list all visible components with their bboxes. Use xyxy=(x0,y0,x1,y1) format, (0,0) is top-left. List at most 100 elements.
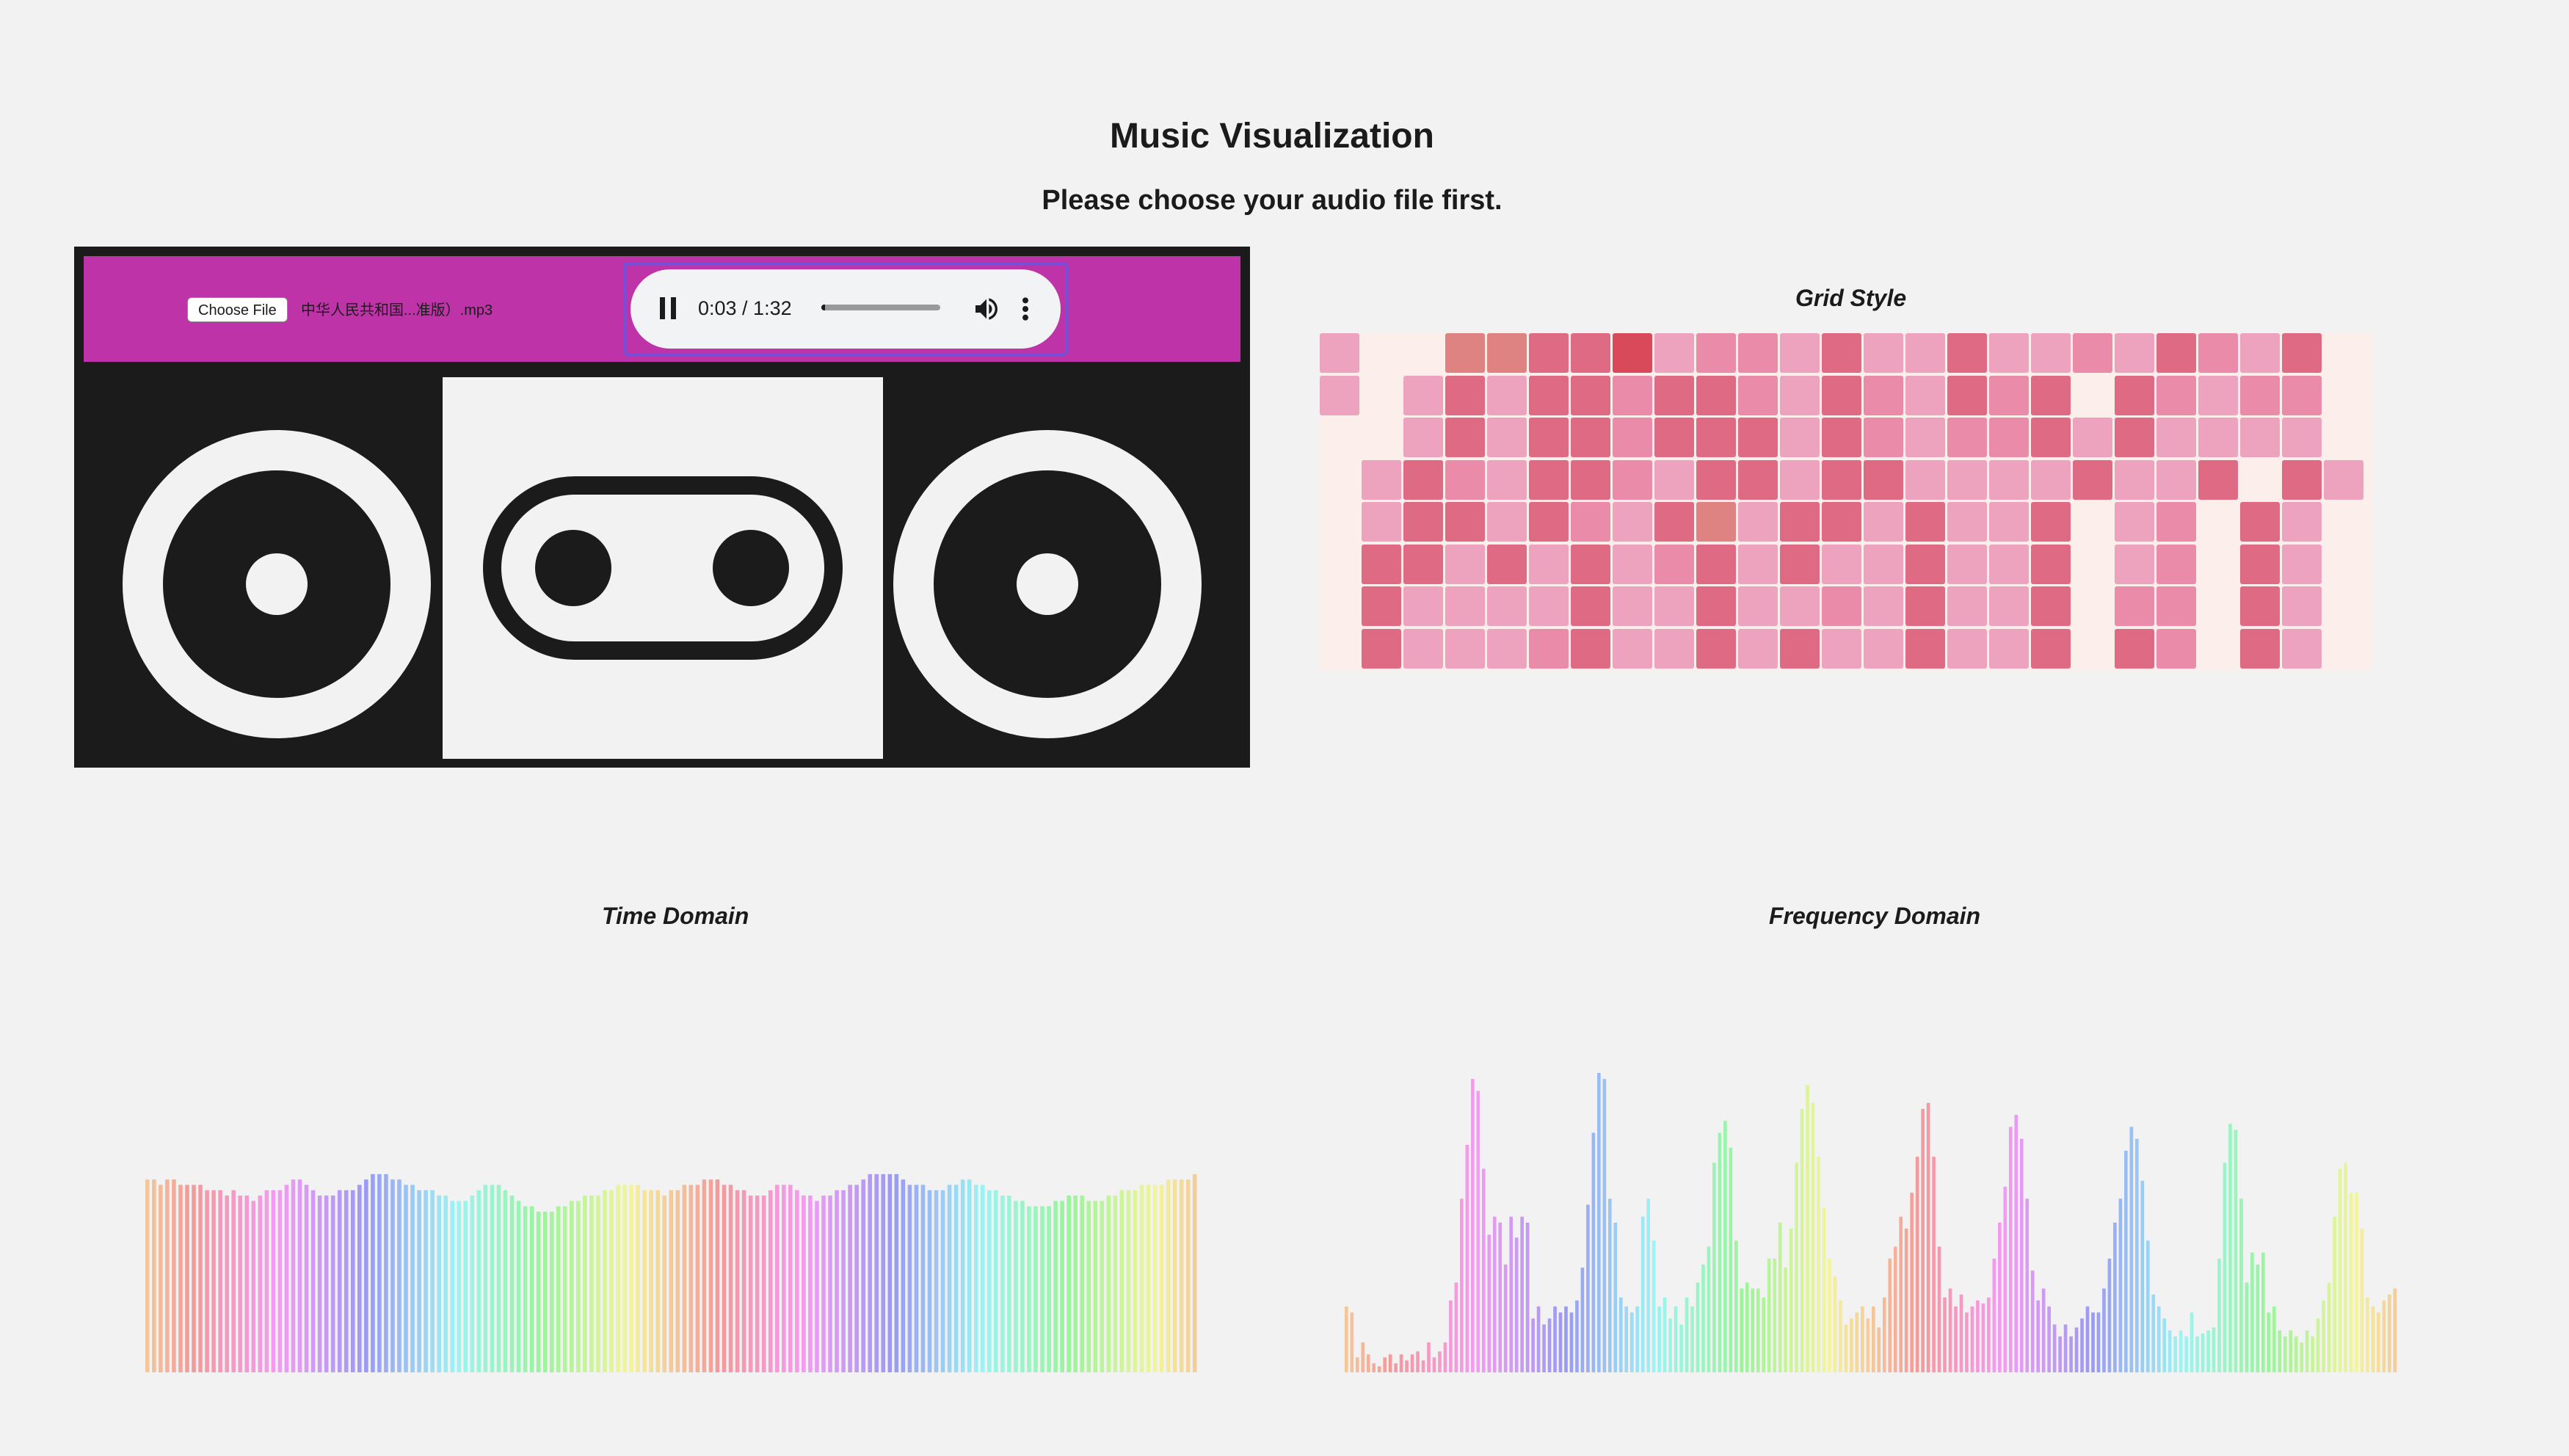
grid-cell xyxy=(2031,628,2071,669)
time-domain-bar xyxy=(907,1184,912,1372)
grid-cell xyxy=(2031,418,2071,457)
time-domain-bar xyxy=(205,1190,209,1372)
frequency-bar xyxy=(1432,1357,1436,1372)
pause-icon[interactable] xyxy=(660,297,676,319)
time-domain-bar xyxy=(934,1190,939,1372)
time-domain-bar xyxy=(178,1184,183,1372)
grid-cell xyxy=(1738,544,1778,584)
time-domain-bar xyxy=(225,1195,229,1372)
grid-cell xyxy=(2198,459,2238,500)
frequency-bar xyxy=(2239,1198,2243,1372)
grid-cell xyxy=(1487,459,1527,500)
grid-cell xyxy=(1654,459,1694,500)
grid-cell xyxy=(1613,459,1652,500)
frequency-bar xyxy=(2036,1300,2041,1372)
time-domain-bar xyxy=(708,1179,713,1372)
grid-cell xyxy=(1696,628,1736,669)
grid-cell xyxy=(1905,375,1945,415)
grid-cell xyxy=(1403,375,1443,415)
frequency-bar xyxy=(1992,1258,1996,1372)
frequency-bar xyxy=(1751,1288,1755,1372)
more-options-icon[interactable] xyxy=(1018,294,1033,324)
grid-visualization xyxy=(1320,333,2372,671)
volume-icon[interactable] xyxy=(972,294,1001,324)
grid-cell xyxy=(1989,459,2029,500)
time-domain-bar xyxy=(986,1190,992,1372)
grid-cell xyxy=(1362,628,1401,669)
seek-slider[interactable] xyxy=(821,305,940,310)
frequency-bar xyxy=(2190,1312,2194,1372)
time-domain-bar xyxy=(662,1195,667,1372)
frequency-bar xyxy=(2311,1336,2314,1372)
time-domain-bar xyxy=(271,1190,276,1372)
grid-cell xyxy=(2156,375,2196,415)
grid-cell xyxy=(1905,459,1945,500)
grid-cell xyxy=(1864,502,1903,542)
frequency-bar xyxy=(1481,1168,1486,1372)
frequency-bar xyxy=(1613,1223,1618,1372)
time-domain-bar xyxy=(1126,1190,1131,1372)
grid-cell xyxy=(1780,333,1820,373)
frequency-bar xyxy=(1915,1157,1919,1372)
time-domain-bar xyxy=(980,1184,985,1372)
time-domain-bar xyxy=(735,1190,740,1372)
grid-cell xyxy=(1571,586,1610,626)
time-domain-bar xyxy=(596,1195,600,1372)
grid-cell xyxy=(1571,459,1610,500)
frequency-bar xyxy=(2228,1124,2232,1372)
time-display: 0:03 / 1:32 xyxy=(698,297,792,319)
frequency-bar xyxy=(1498,1223,1502,1372)
time-domain-bar xyxy=(562,1206,567,1372)
grid-cell xyxy=(2115,375,2154,415)
grid-cell xyxy=(1947,459,1987,500)
grid-cell xyxy=(1487,375,1527,415)
grid-cell xyxy=(1613,502,1652,542)
frequency-bar xyxy=(1893,1246,1897,1372)
time-domain-bar xyxy=(1100,1201,1105,1372)
cassette-graphic xyxy=(483,476,843,660)
grid-cell xyxy=(1445,628,1485,669)
grid-cell xyxy=(2240,333,2280,373)
time-domain-bar xyxy=(470,1195,475,1372)
frequency-bar xyxy=(1811,1102,1815,1372)
time-domain-bar xyxy=(755,1195,760,1372)
time-domain-bar xyxy=(1185,1179,1191,1372)
time-domain-bar xyxy=(404,1184,408,1372)
frequency-bar xyxy=(1421,1360,1425,1372)
frequency-bar xyxy=(1372,1363,1376,1372)
audio-player[interactable]: 0:03 / 1:32 xyxy=(623,262,1068,356)
grid-cell xyxy=(1822,586,1861,626)
frequency-bar xyxy=(2195,1336,2199,1372)
time-domain-bar xyxy=(1086,1201,1091,1372)
grid-cell xyxy=(1864,586,1903,626)
frequency-bar xyxy=(1355,1357,1359,1372)
frequency-bar xyxy=(1602,1079,1607,1372)
grid-cell xyxy=(1780,586,1820,626)
grid-cell xyxy=(1780,628,1820,669)
time-domain-bar xyxy=(927,1190,932,1372)
choose-file-button[interactable]: Choose File xyxy=(187,297,288,322)
time-domain-bar xyxy=(430,1190,435,1372)
grid-cell xyxy=(2115,586,2154,626)
frequency-bar xyxy=(1564,1306,1568,1372)
grid-cell xyxy=(1613,544,1652,584)
grid-cell xyxy=(2156,586,2196,626)
grid-cell xyxy=(1445,586,1485,626)
frequency-bar xyxy=(1531,1318,1535,1372)
frequency-bar xyxy=(2168,1330,2172,1372)
time-domain-bar xyxy=(344,1190,349,1372)
time-domain-bar xyxy=(159,1184,163,1372)
time-domain-bar xyxy=(277,1190,283,1372)
frequency-bar xyxy=(1652,1240,1656,1372)
frequency-bar xyxy=(2305,1330,2309,1372)
frequency-bar xyxy=(1921,1108,1925,1372)
grid-cell xyxy=(1362,586,1401,626)
frequency-bar xyxy=(1855,1312,1859,1372)
grid-cell xyxy=(1320,375,1359,415)
time-domain-bar xyxy=(741,1190,746,1372)
frequency-bar xyxy=(2113,1223,2117,1372)
frequency-bar xyxy=(1767,1258,1771,1372)
time-domain-bar xyxy=(304,1184,309,1372)
frequency-bar xyxy=(2085,1306,2090,1372)
grid-cell xyxy=(2115,418,2154,457)
